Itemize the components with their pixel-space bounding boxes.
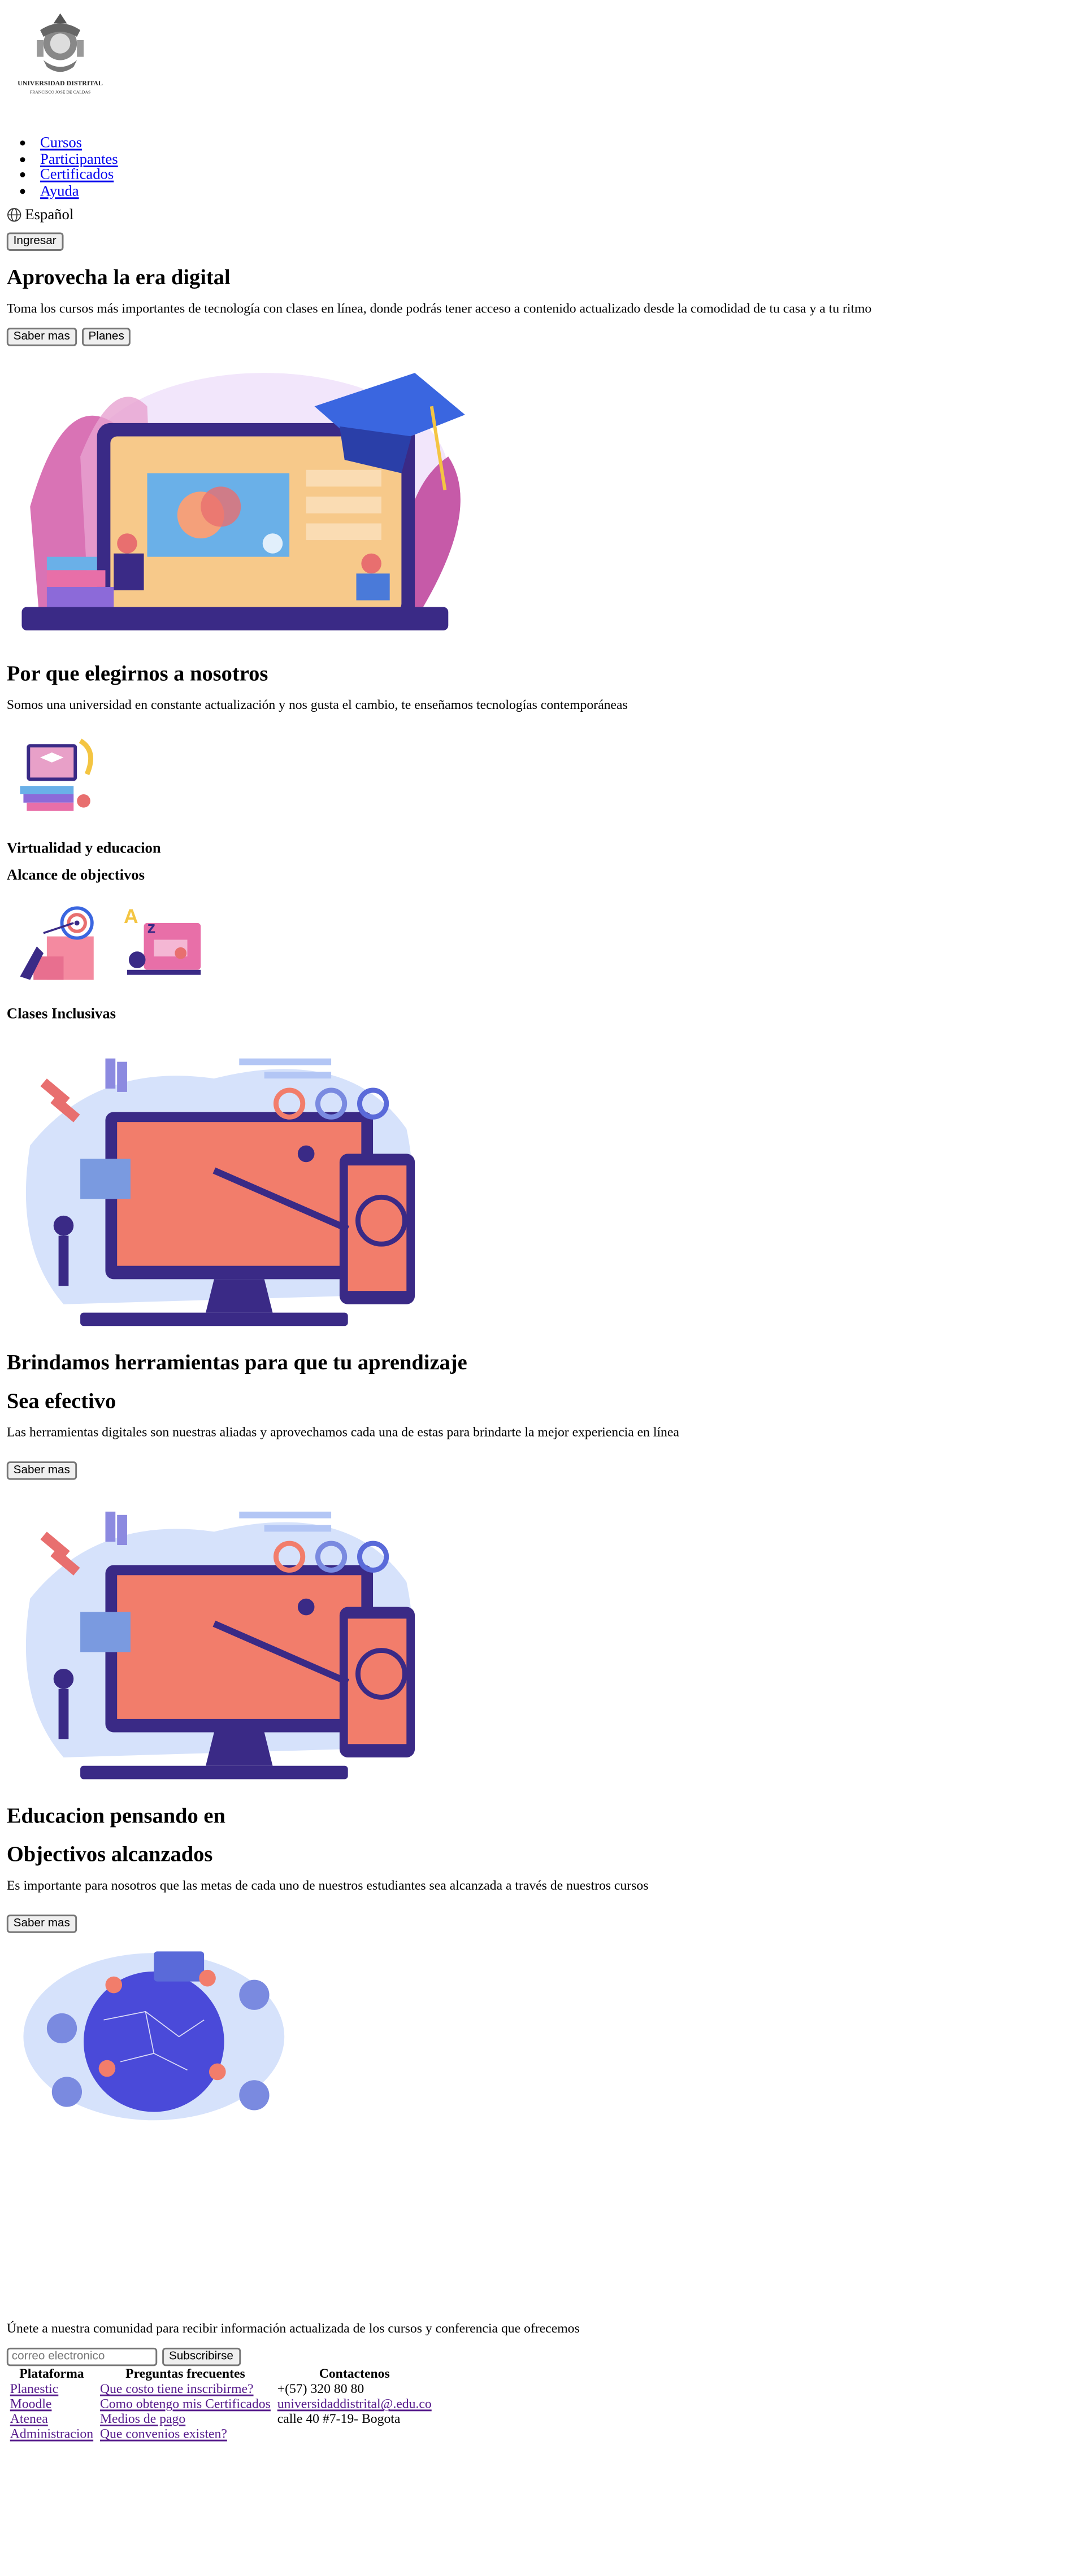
target-goals-illustration — [20, 906, 94, 980]
goals-subtitle: Objectivos alcanzados — [6, 1840, 213, 1866]
virtual-education-illustration — [20, 738, 93, 811]
svg-text:z: z — [147, 919, 155, 937]
login-button[interactable]: Ingresar — [6, 232, 63, 251]
logo-text-line2: FRANCISCO JOSÉ DE CALDAS — [30, 89, 90, 95]
language-label: Español — [25, 206, 74, 223]
svg-text:A: A — [124, 905, 138, 928]
feature-inclusive-title: Clases Inclusivas — [6, 1004, 116, 1022]
why-text: Somos una universidad en constante actua… — [6, 697, 628, 712]
goals-text: Es importante para nosotros que las meta… — [6, 1878, 649, 1893]
page: UNIVERSIDAD DISTRITAL FRANCISCO JOSÉ DE … — [0, 0, 1084, 2442]
goals-learn-more-button[interactable]: Saber mas — [6, 1914, 77, 1933]
footer-row: Administracion Que convenios existen? — [7, 2426, 435, 2442]
language-selector[interactable]: Español — [7, 206, 1084, 223]
logo-text-line1: UNIVERSIDAD DISTRITAL — [18, 79, 103, 87]
subscribe-button[interactable]: Subscribirse — [162, 2347, 240, 2366]
tools-title: Brindamos herramientas para que tu apren… — [6, 1349, 467, 1375]
why-title: Por que elegirnos a nosotros — [6, 660, 268, 686]
footer-link-cost[interactable]: Que costo tiene inscribirme? — [100, 2381, 254, 2396]
hero-title: Aprovecha la era digital — [6, 264, 231, 290]
hero-text: Toma los cursos más importantes de tecno… — [6, 301, 872, 316]
footer-col-contact: Contactenos — [319, 2366, 390, 2382]
tools-text: Las herramientas digitales son nuestras … — [6, 1424, 679, 1440]
nav-item-cursos: Cursos — [40, 134, 1084, 151]
nav-link-certificados[interactable]: Certificados — [40, 166, 114, 182]
tools-subtitle: Sea efectivo — [6, 1387, 116, 1413]
footer-link-payment[interactable]: Medios de pago — [100, 2411, 185, 2426]
footer-link-certificates[interactable]: Como obtengo mis Certificados — [100, 2396, 271, 2412]
footer-header-row: Plataforma Preguntas frecuentes Contacte… — [7, 2366, 435, 2381]
email-input[interactable] — [6, 2347, 158, 2366]
inclusive-classes-illustration: A z — [124, 905, 201, 975]
footer-link-admin[interactable]: Administracion — [10, 2426, 93, 2442]
design-tools-illustration-2 — [25, 1511, 415, 1779]
blank-spacer — [0, 2137, 1084, 2321]
hero-learn-more-button[interactable]: Saber mas — [6, 328, 77, 346]
nav-item-certificados: Certificados — [40, 166, 1084, 183]
nav-link-ayuda[interactable]: Ayuda — [40, 181, 79, 198]
online-learning-illustration — [21, 373, 465, 630]
nav-item-ayuda: Ayuda — [40, 181, 1084, 199]
newsletter-text: Únete a nuestra comunidad para recibir i… — [6, 2321, 580, 2336]
tools-learn-more-button[interactable]: Saber mas — [6, 1461, 77, 1480]
footer-address: calle 40 #7-19- Bogota — [277, 2411, 401, 2426]
footer-link-planestic[interactable]: Planestic — [10, 2381, 59, 2396]
footer-link-agreements[interactable]: Que convenios existen? — [100, 2426, 227, 2442]
footer-col-faq: Preguntas frecuentes — [125, 2366, 245, 2382]
globe-icon — [7, 207, 21, 221]
nav-item-participantes: Participantes — [40, 150, 1084, 167]
footer-row: Planestic Que costo tiene inscribirme? +… — [7, 2381, 435, 2396]
footer-email-link[interactable]: universidaddistrital@.edu.co — [277, 2396, 432, 2412]
feature-goals-title: Alcance de objectivos — [6, 866, 145, 883]
footer-link-atenea[interactable]: Atenea — [10, 2411, 48, 2426]
footer-table: Plataforma Preguntas frecuentes Contacte… — [7, 2366, 435, 2441]
footer-row: Atenea Medios de pago calle 40 #7-19- Bo… — [7, 2411, 435, 2426]
nav-link-cursos[interactable]: Cursos — [40, 134, 82, 151]
feature-virtual-title: Virtualidad y educacion — [6, 839, 161, 856]
hero-plans-button[interactable]: Planes — [81, 328, 131, 346]
nav-link-participantes[interactable]: Participantes — [40, 150, 118, 167]
footer-col-platform: Plataforma — [19, 2366, 84, 2382]
footer-row: Moodle Como obtengo mis Certificados uni… — [7, 2396, 435, 2412]
footer-link-moodle[interactable]: Moodle — [10, 2396, 52, 2412]
global-network-illustration — [23, 1951, 285, 2121]
footer-phone: +(57) 320 80 80 — [277, 2381, 364, 2396]
design-tools-illustration — [25, 1058, 415, 1326]
main-nav: Cursos Participantes Certificados Ayuda — [0, 134, 1084, 199]
goals-title: Educacion pensando en — [6, 1802, 225, 1828]
university-logo[interactable]: UNIVERSIDAD DISTRITAL FRANCISCO JOSÉ DE … — [10, 7, 111, 107]
footer-empty-cell — [274, 2426, 435, 2442]
